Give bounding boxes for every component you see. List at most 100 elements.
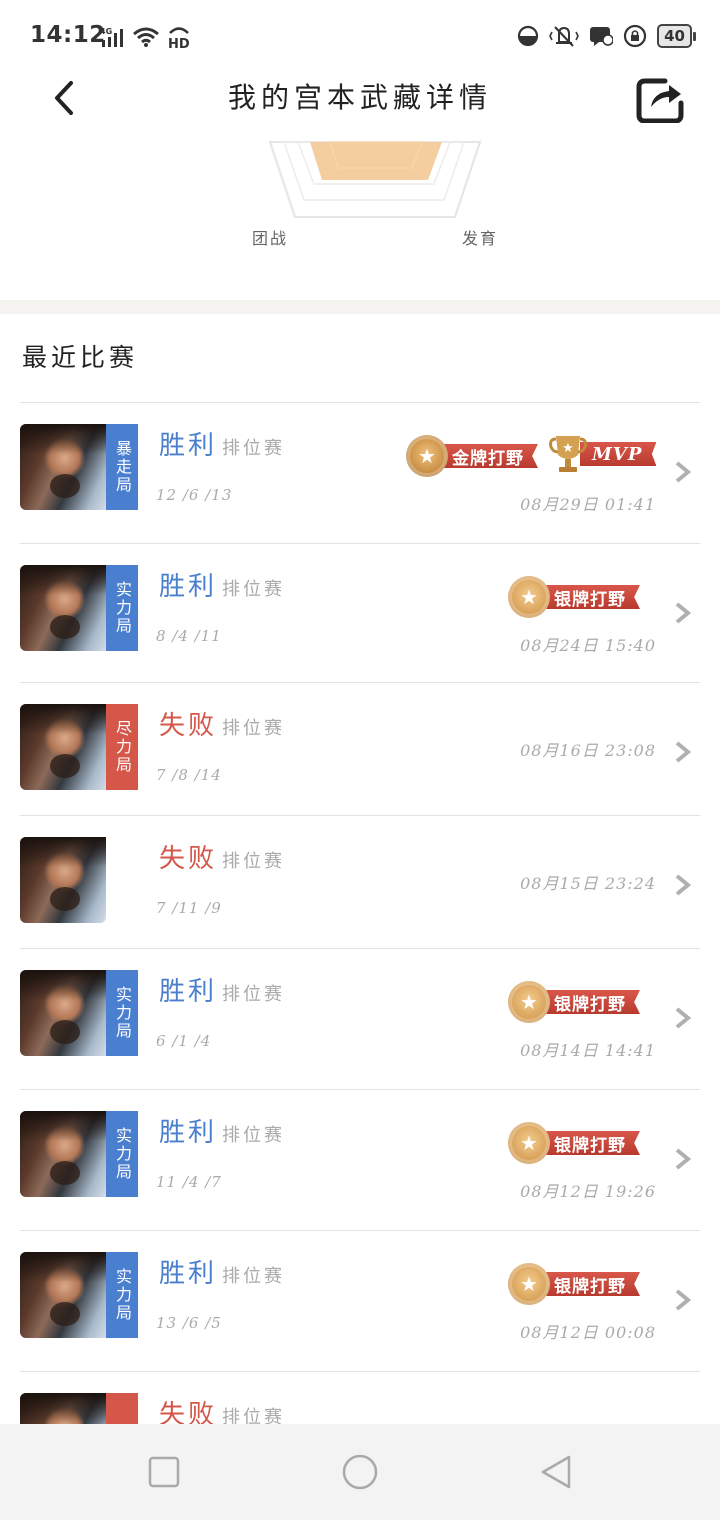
hero-thumbnail: 实力局 <box>20 1111 138 1197</box>
match-result: 失败 <box>159 1400 218 1425</box>
match-result: 失败 <box>159 844 218 874</box>
hero-thumbnail <box>20 1393 138 1425</box>
svg-text:★: ★ <box>562 441 574 456</box>
radar-graphic <box>268 141 482 218</box>
triangle-back-icon <box>541 1455 571 1489</box>
match-row[interactable]: 尽力局 失败 排位赛 7 /8 /14 08月16日 23:08 <box>20 683 700 816</box>
badge-label: 银牌打野 <box>542 1272 640 1296</box>
chevron-right-icon <box>675 1148 692 1170</box>
match-tag: 尽力局 <box>106 704 138 790</box>
silver-jungle-badge: ★ 银牌打野 <box>508 1122 640 1164</box>
match-mode: 排位赛 <box>222 1266 285 1287</box>
share-icon <box>636 78 684 123</box>
hero-avatar <box>20 565 106 651</box>
silver-medal-icon: ★ <box>508 1122 550 1164</box>
match-result: 胜利 <box>159 572 218 602</box>
signal-icon: 4G <box>100 27 123 47</box>
match-row[interactable]: 实力局 胜利 排位赛 13 /6 /5 ★ 银牌打野 08月12日 00:08 <box>20 1231 700 1372</box>
hd-label: HD <box>168 37 190 49</box>
match-kda: 6 /1 /4 <box>156 1032 212 1050</box>
network-type: 4G <box>100 27 112 36</box>
data-saver-icon <box>518 25 539 47</box>
match-tag: 实力局 <box>106 565 138 651</box>
match-tag: 实力局 <box>106 970 138 1056</box>
match-row[interactable]: 失败 排位赛 7 /11 /9 08月15日 23:24 <box>20 816 700 949</box>
chevron-right-icon <box>675 741 692 763</box>
chevron-right-icon <box>675 1289 692 1311</box>
match-kda: 7 /11 /9 <box>156 899 222 917</box>
hero-thumbnail <box>20 837 138 923</box>
status-bar: 14:12 4G HD 40 <box>0 0 720 72</box>
match-kda: 12 /6 /13 <box>156 486 233 504</box>
hero-avatar <box>20 837 106 923</box>
match-time: 08月14日 14:41 <box>520 1041 656 1060</box>
badge-label: 银牌打野 <box>542 990 640 1014</box>
hero-avatar <box>20 1393 106 1425</box>
hero-avatar <box>20 970 106 1056</box>
status-time: 14:12 <box>30 22 106 48</box>
match-time: 08月15日 23:24 <box>520 874 656 893</box>
hero-thumbnail: 实力局 <box>20 1252 138 1338</box>
match-kda: 13 /6 /5 <box>156 1314 222 1332</box>
system-nav-bar <box>0 1424 720 1520</box>
rotation-lock-icon <box>624 24 647 48</box>
match-result: 失败 <box>159 711 218 741</box>
gold-medal-icon: ★ <box>406 435 448 477</box>
silver-jungle-badge: ★ 银牌打野 <box>508 1263 640 1305</box>
match-kda: 8 /4 /11 <box>156 627 222 645</box>
battery-indicator: 40 <box>657 24 696 48</box>
badge-label: 金牌打野 <box>440 444 538 468</box>
match-time: 08月16日 23:08 <box>520 741 656 760</box>
match-result: 胜利 <box>159 1259 218 1289</box>
recent-apps-button[interactable] <box>144 1452 184 1492</box>
page-title: 我的宫本武藏详情 <box>227 81 492 114</box>
match-tag <box>106 1393 138 1425</box>
match-result: 胜利 <box>159 431 218 461</box>
match-mode: 排位赛 <box>222 1407 285 1425</box>
match-kda: 11 /4 /7 <box>156 1173 222 1191</box>
silver-jungle-badge: ★ 银牌打野 <box>508 981 640 1023</box>
hero-thumbnail: 尽力局 <box>20 704 138 790</box>
home-button[interactable] <box>340 1452 380 1492</box>
section-divider <box>0 300 720 314</box>
match-tag: 实力局 <box>106 1111 138 1197</box>
hero-thumbnail: 实力局 <box>20 565 138 651</box>
match-kda: 7 /8 /14 <box>156 766 222 784</box>
match-row[interactable]: 实力局 胜利 排位赛 6 /1 /4 ★ 银牌打野 08月14日 14:41 <box>20 949 700 1090</box>
message-icon <box>590 27 614 46</box>
hero-thumbnail: 暴走局 <box>20 424 138 510</box>
match-result: 胜利 <box>159 1118 218 1148</box>
match-mode: 排位赛 <box>222 1125 285 1146</box>
silver-medal-icon: ★ <box>508 981 550 1023</box>
chevron-right-icon <box>675 602 692 624</box>
hero-avatar <box>20 704 106 790</box>
trophy-icon: ★ <box>548 433 588 475</box>
badge-label: MVP <box>580 442 657 466</box>
share-button[interactable] <box>630 72 690 128</box>
back-nav-button[interactable] <box>536 1452 576 1492</box>
hero-thumbnail: 实力局 <box>20 970 138 1056</box>
match-time: 08月12日 19:26 <box>520 1182 656 1201</box>
match-row[interactable]: 失败 排位赛 <box>20 1372 700 1425</box>
match-row[interactable]: 暴走局 胜利 排位赛 12 /6 /13 ★ 金牌打野 ★ MVP 08月29日… <box>20 403 700 544</box>
match-time: 08月12日 00:08 <box>520 1323 656 1342</box>
match-row[interactable]: 实力局 胜利 排位赛 11 /4 /7 ★ 银牌打野 08月12日 19:26 <box>20 1090 700 1231</box>
radar-label-teamfight: 团战 <box>252 229 289 248</box>
match-row[interactable]: 实力局 胜利 排位赛 8 /4 /11 ★ 银牌打野 08月24日 15:40 <box>20 544 700 683</box>
chevron-right-icon <box>675 1007 692 1029</box>
match-list: 暴走局 胜利 排位赛 12 /6 /13 ★ 金牌打野 ★ MVP 08月29日… <box>20 402 700 1425</box>
match-time: 08月24日 15:40 <box>520 636 656 655</box>
radar-label-growth: 发育 <box>462 229 499 248</box>
square-icon <box>148 1456 180 1488</box>
match-mode: 排位赛 <box>222 984 285 1005</box>
chevron-right-icon <box>675 874 692 896</box>
mvp-badge: ★ MVP <box>548 433 657 475</box>
chevron-right-icon <box>675 461 692 483</box>
match-mode: 排位赛 <box>222 438 285 459</box>
hero-avatar <box>20 1252 106 1338</box>
circle-icon <box>342 1454 378 1490</box>
badge-label: 银牌打野 <box>542 1131 640 1155</box>
wifi-icon <box>133 27 159 47</box>
status-right-icons: 40 <box>517 22 696 50</box>
match-mode: 排位赛 <box>222 579 285 600</box>
